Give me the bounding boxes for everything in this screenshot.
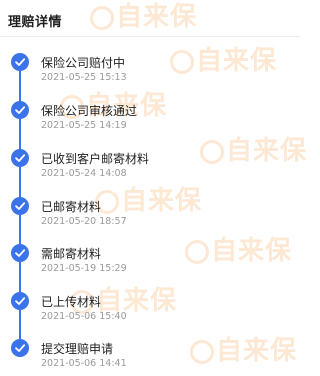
timeline-item: 已上传材料 2021-05-06 15:40: [0, 291, 300, 331]
timeline-item-title: 提交理赔申请: [41, 342, 114, 356]
timeline-item-time: 2021-05-06 14:41: [41, 358, 127, 369]
timeline-item-time: 2021-05-19 15:29: [41, 263, 127, 274]
timeline-item-title: 已邮寄材料: [41, 200, 102, 214]
check-circle-icon: [11, 339, 29, 357]
timeline-item-time: 2021-05-20 18:57: [41, 216, 127, 227]
check-circle-icon: [11, 292, 29, 310]
timeline-item-title: 已上传材料: [41, 295, 102, 309]
page-header: 理赔详情: [0, 0, 300, 37]
check-circle-icon: [11, 197, 29, 215]
check-circle-icon: [11, 149, 29, 167]
timeline-item-time: 2021-05-06 15:40: [41, 311, 127, 322]
timeline-item-title: 保险公司审核通过: [41, 104, 138, 118]
timeline-item: 需邮寄材料 2021-05-19 15:29: [0, 243, 300, 283]
timeline-item-title: 保险公司赔付中: [41, 56, 126, 70]
timeline-item: 提交理赔申请 2021-05-06 14:41: [0, 338, 300, 376]
timeline-item-title: 需邮寄材料: [41, 247, 102, 261]
timeline-item-time: 2021-05-25 14:19: [41, 120, 127, 131]
page-title: 理赔详情: [8, 15, 63, 30]
timeline-item: 保险公司赔付中 2021-05-25 15:13: [0, 52, 300, 92]
check-circle-icon: [11, 101, 29, 119]
timeline-item-title: 已收到客户邮寄材料: [41, 152, 150, 166]
timeline-item-time: 2021-05-24 14:08: [41, 168, 127, 179]
timeline-item: 已收到客户邮寄材料 2021-05-24 14:08: [0, 148, 300, 188]
check-circle-icon: [11, 53, 29, 71]
timeline-item-time: 2021-05-25 15:13: [41, 72, 127, 83]
timeline-item: 已邮寄材料 2021-05-20 18:57: [0, 196, 300, 236]
check-circle-icon: [11, 244, 29, 262]
timeline-item: 保险公司审核通过 2021-05-25 14:19: [0, 100, 300, 140]
